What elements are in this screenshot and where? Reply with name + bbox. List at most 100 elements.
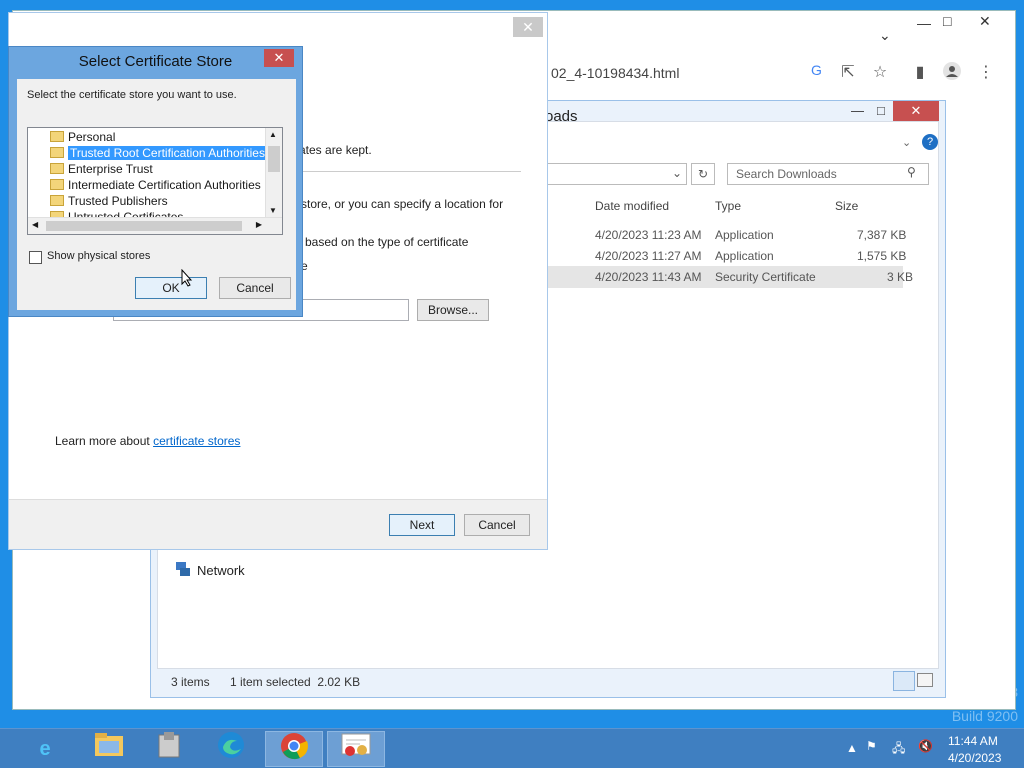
large-icons-view-icon[interactable]: [917, 673, 933, 687]
certificate-icon[interactable]: [327, 731, 385, 767]
select-certificate-store-dialog: Select Certificate Store ✕ Select the ce…: [8, 46, 303, 317]
table-row-date[interactable]: 4/20/2023 11:43 AM: [595, 270, 702, 284]
column-type[interactable]: Type: [715, 199, 741, 213]
table-row-type[interactable]: Application: [715, 228, 774, 242]
details-view-icon[interactable]: [893, 671, 915, 691]
star-icon[interactable]: ☆: [869, 62, 891, 84]
scroll-left-arrow[interactable]: ◀: [32, 220, 38, 229]
volume-muted-icon[interactable]: 🔇: [918, 739, 933, 753]
tree-vertical-scrollbar[interactable]: ▲ ▼: [265, 128, 282, 218]
wizard-footer: Next Cancel: [9, 499, 547, 549]
clock-time[interactable]: 11:44 AM: [948, 734, 998, 748]
tab-search-button[interactable]: ⌄: [879, 27, 891, 44]
show-physical-stores-checkbox[interactable]: [29, 251, 42, 264]
table-row-size[interactable]: 3 KB: [887, 270, 913, 284]
tree-item-label: Trusted Root Certification Authorities: [68, 146, 267, 160]
next-button[interactable]: Next: [389, 514, 455, 536]
nav-network[interactable]: Network: [175, 561, 245, 580]
action-center-flag-icon[interactable]: ⚑: [866, 739, 877, 753]
profile-icon[interactable]: [941, 62, 963, 84]
column-size[interactable]: Size: [835, 199, 858, 213]
tree-item-personal[interactable]: Personal: [50, 129, 115, 145]
nav-network-label: Network: [197, 563, 245, 578]
scroll-down-arrow[interactable]: ▼: [269, 206, 277, 215]
tree-item-label: Trusted Publishers: [68, 194, 168, 208]
table-row-date[interactable]: 4/20/2023 11:23 AM: [595, 228, 702, 242]
taskbar: e ▲ ⚑ 🖧 🔇 11:44 AM 4/20/2023: [0, 728, 1024, 768]
explorer-maximize-button[interactable]: □: [877, 103, 885, 118]
divider: [285, 171, 521, 172]
wizard-close-button[interactable]: ✕: [513, 17, 543, 37]
table-row-size[interactable]: 1,575 KB: [857, 249, 906, 263]
folder-icon: [50, 195, 64, 206]
certificate-stores-link[interactable]: certificate stores: [153, 434, 240, 448]
chrome-maximize-button[interactable]: □: [943, 13, 951, 29]
chrome-close-button[interactable]: ✕: [979, 13, 991, 30]
scroll-right-arrow[interactable]: ▶: [256, 220, 262, 229]
google-icon[interactable]: G: [806, 62, 828, 84]
dialog-close-button[interactable]: ✕: [264, 49, 294, 67]
scroll-thumb[interactable]: [46, 221, 242, 231]
scroll-thumb[interactable]: [268, 146, 280, 172]
folder-icon: [50, 147, 64, 158]
address-box[interactable]: ⌄: [547, 163, 687, 185]
tree-item-intermediate[interactable]: Intermediate Certification Authorities: [50, 177, 261, 193]
tray-expand-icon[interactable]: ▲: [846, 741, 858, 755]
chevron-down-icon[interactable]: ⌄: [902, 136, 911, 149]
explorer-minimize-button[interactable]: —: [851, 103, 864, 118]
dialog-instruction: Select the certificate store you want to…: [27, 89, 237, 101]
network-icon: [175, 561, 191, 580]
clock-date[interactable]: 4/20/2023: [948, 751, 1001, 765]
status-item-count: 3 items: [171, 675, 210, 689]
menu-icon[interactable]: ⋮: [975, 62, 997, 84]
column-date-modified[interactable]: Date modified: [595, 199, 669, 213]
tree-item-enterprise-trust[interactable]: Enterprise Trust: [50, 161, 153, 177]
network-tray-icon[interactable]: 🖧: [892, 739, 905, 760]
tool-icon[interactable]: [140, 731, 198, 767]
ok-button[interactable]: OK: [135, 277, 207, 299]
status-selection: 1 item selected 2.02 KB: [230, 675, 361, 689]
search-input[interactable]: Search Downloads: [727, 163, 929, 185]
table-row-size[interactable]: 7,387 KB: [857, 228, 906, 242]
dialog-cancel-button[interactable]: Cancel: [219, 277, 291, 299]
tree-item-label: Intermediate Certification Authorities: [68, 178, 261, 192]
tree-item-label: Enterprise Trust: [68, 162, 153, 176]
address-bar-url[interactable]: 02_4-10198434.html: [551, 65, 679, 81]
svg-text:G: G: [811, 62, 822, 78]
browse-button[interactable]: Browse...: [417, 299, 489, 321]
dialog-body: Select the certificate store you want to…: [17, 79, 296, 310]
dialog-title: Select Certificate Store: [78, 53, 233, 70]
tree-item-label: Personal: [68, 130, 116, 144]
chrome-icon[interactable]: [265, 731, 323, 767]
tree-item-trusted-publishers[interactable]: Trusted Publishers: [50, 193, 168, 209]
search-icon: ⚲: [907, 165, 916, 179]
wizard-text-store: store, or you can specify a location for: [301, 197, 504, 211]
ie-icon[interactable]: e: [16, 731, 74, 767]
folder-icon: [50, 163, 64, 174]
sidepanel-icon[interactable]: ▮: [909, 62, 931, 84]
table-row-type[interactable]: Application: [715, 249, 774, 263]
learn-more-prefix: Learn more about: [55, 434, 154, 448]
wizard-text-based: based on the type of certificate: [305, 235, 469, 249]
share-icon[interactable]: ⇱: [837, 62, 859, 84]
watermark-build: Build 9200: [951, 708, 1018, 724]
chrome-minimize-button[interactable]: —: [917, 15, 931, 31]
certificate-store-tree[interactable]: Personal Trusted Root Certification Auth…: [27, 127, 283, 235]
wizard-cancel-button[interactable]: Cancel: [464, 514, 530, 536]
folder-icon: [50, 179, 64, 190]
table-row-date[interactable]: 4/20/2023 11:27 AM: [595, 249, 702, 263]
mouse-cursor-icon: [181, 268, 193, 290]
scroll-up-arrow[interactable]: ▲: [269, 130, 277, 139]
show-physical-stores-label: Show physical stores: [47, 250, 151, 262]
tree-horizontal-scrollbar[interactable]: ◀ ▶: [28, 217, 282, 234]
tree-item-trusted-root[interactable]: Trusted Root Certification Authorities: [50, 145, 267, 161]
table-row-type[interactable]: Security Certificate: [715, 270, 816, 284]
edge-icon[interactable]: [202, 731, 260, 767]
refresh-icon[interactable]: ↻: [691, 163, 715, 185]
explorer-close-button[interactable]: ✕: [893, 101, 939, 121]
folder-icon: [50, 131, 64, 142]
chevron-down-icon[interactable]: ⌄: [672, 166, 682, 180]
explorer-icon[interactable]: [80, 731, 138, 767]
learn-more-text: Learn more about certificate stores: [55, 434, 240, 448]
help-icon[interactable]: ?: [922, 134, 938, 150]
